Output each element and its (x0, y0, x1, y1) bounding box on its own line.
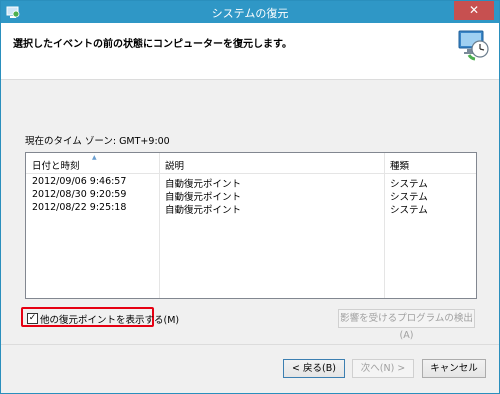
row-date-time: 2012/08/22 9:25:18 (32, 202, 127, 213)
row-type: システム (390, 192, 428, 203)
next-button[interactable]: 次へ(N) > (352, 359, 414, 378)
back-button[interactable]: < 戻る(B) (283, 359, 345, 378)
title-bar[interactable]: システムの復元 ✕ (1, 1, 499, 23)
column-date-time[interactable]: 日付と時刻 (32, 158, 80, 172)
sort-indicator-icon: ▲ (92, 154, 97, 161)
footer-divider (1, 344, 499, 345)
show-more-restore-points-checkbox[interactable]: ✓ (27, 313, 38, 324)
system-restore-window: システムの復元 ✕ 選択したイベントの前の状態にコンピューターを復元します。 現… (0, 0, 500, 394)
table-row[interactable]: 2012/09/06 9:46:57 自動復元ポイント システム (26, 176, 476, 190)
window-title: システムの復元 (211, 7, 289, 20)
close-button[interactable]: ✕ (454, 1, 494, 20)
row-description: 自動復元ポイント (165, 179, 242, 190)
table-row[interactable]: 2012/08/22 9:25:18 自動復元ポイント システム (26, 202, 476, 216)
table-row[interactable]: 2012/08/30 9:20:59 自動復元ポイント システム (26, 189, 476, 203)
column-type[interactable]: 種類 (390, 158, 409, 172)
page-heading: 選択したイベントの前の状態にコンピューターを復元します。 (13, 39, 292, 50)
row-type: システム (390, 179, 428, 190)
column-divider (159, 153, 160, 298)
row-type: システム (390, 205, 428, 216)
scan-affected-programs-button[interactable]: 影響を受けるプログラムの検出(A) (338, 309, 475, 341)
close-icon: ✕ (468, 3, 480, 17)
show-more-restore-points-highlight[interactable]: ✓ 他の復元ポイントを表示する(M) (21, 307, 179, 327)
row-description: 自動復元ポイント (165, 205, 242, 216)
restore-points-table: ▲ 日付と時刻 説明 種類 2012/09/06 9:46:57 自動復元ポイン… (25, 152, 477, 299)
table-header: ▲ 日付と時刻 説明 種類 (26, 153, 476, 174)
row-date-time: 2012/09/06 9:46:57 (32, 176, 127, 187)
row-description: 自動復元ポイント (165, 192, 242, 203)
row-date-time: 2012/08/30 9:20:59 (32, 189, 127, 200)
header-panel: 選択したイベントの前の状態にコンピューターを復元します。 (1, 23, 499, 80)
column-divider (384, 153, 385, 298)
system-restore-clock-icon (458, 30, 489, 61)
cancel-button[interactable]: キャンセル (422, 359, 486, 378)
column-description[interactable]: 説明 (165, 158, 184, 172)
show-more-restore-points-label[interactable]: 他の復元ポイントを表示する(M) (40, 312, 179, 326)
checkmark-icon: ✓ (28, 313, 37, 323)
timezone-label: 現在のタイム ゾーン: GMT+9:00 (25, 136, 170, 147)
